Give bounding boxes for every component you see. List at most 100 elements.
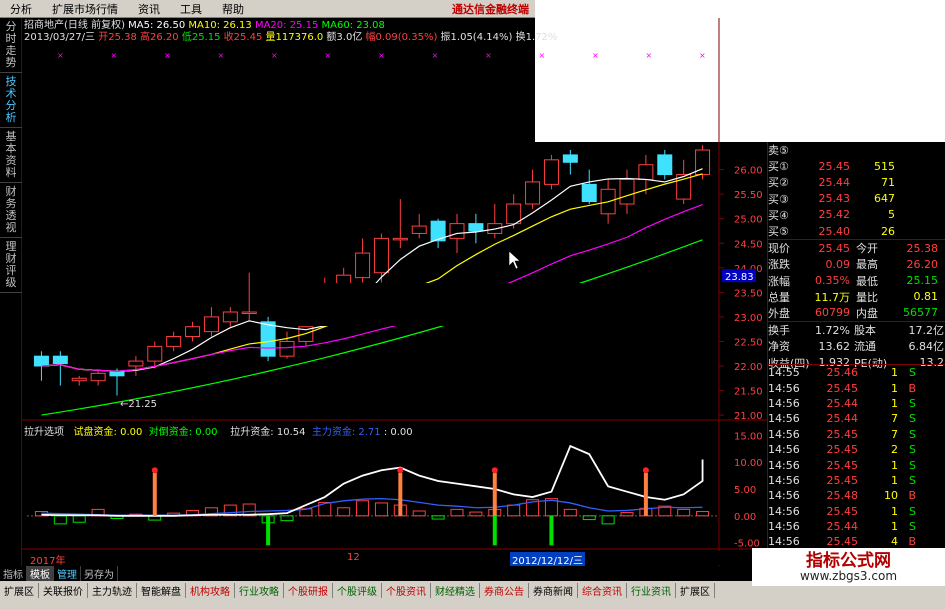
fin-label: 净资 — [768, 340, 790, 354]
order-price: 25.40 — [818, 224, 851, 238]
status-bar — [0, 599, 945, 609]
tick-row: 14:56 25.48 10 B — [768, 488, 945, 503]
left-tab-char: 料 — [5, 166, 17, 179]
candle-up — [185, 326, 201, 338]
tab-manage[interactable]: 管理 — [54, 566, 81, 581]
nav-link[interactable]: 扩展区 — [0, 582, 39, 598]
stat-label: 量比 — [856, 290, 878, 304]
y-tick-label: 25.50 — [734, 190, 763, 201]
left-tab-0[interactable]: 分时走势 — [0, 18, 22, 73]
nav-link[interactable]: 财经精选 — [431, 582, 480, 598]
tick-side: S — [909, 458, 916, 472]
candle-up — [638, 164, 654, 180]
nav-link[interactable]: 券商公告 — [480, 582, 529, 598]
order-label: 买③ — [768, 192, 789, 206]
tab-save-as[interactable]: 另存为 — [81, 566, 118, 581]
price-marker-label: 23.83 — [725, 272, 754, 283]
y-tick-label: 25.00 — [734, 215, 763, 226]
histogram-bar — [563, 508, 577, 517]
signal-marker: × — [111, 51, 118, 60]
quote-stat-row: 涨跌 0.09 最高 26.20 — [768, 256, 945, 272]
candle-up — [128, 360, 144, 367]
y-tick-label: 22.50 — [734, 337, 763, 348]
left-tab-2[interactable]: 基本资料 — [0, 128, 22, 183]
left-tab-char: 级 — [5, 276, 17, 289]
left-tab-3[interactable]: 财务透视 — [0, 183, 22, 238]
candle-down — [657, 154, 673, 176]
sub-y-tick-label: 10.00 — [734, 458, 763, 469]
candle-up — [147, 345, 163, 362]
tick-price: 25.45 — [826, 473, 859, 487]
histogram-bar — [356, 500, 370, 517]
nav-link[interactable]: 个股资讯 — [382, 582, 431, 598]
y-tick-label: 22.00 — [734, 362, 763, 373]
sub-title[interactable]: 拉升选项 — [24, 427, 64, 438]
tick-side: S — [909, 473, 916, 487]
order-book-row: 卖⑤ — [768, 142, 945, 158]
signal-marker: × — [592, 51, 599, 60]
order-label: 买⑤ — [768, 225, 789, 239]
kline-chart[interactable]: 26.0025.5025.0024.5024.0023.5023.0022.50… — [22, 0, 767, 566]
nav-link[interactable]: 券商新闻 — [529, 582, 578, 598]
tick-side: S — [909, 412, 916, 426]
tick-price: 25.44 — [826, 520, 859, 534]
watermark-url: www.zbgs3.com — [799, 568, 898, 583]
nav-link[interactable]: 机构攻略 — [186, 582, 235, 598]
bar-turnover: 换1.72% — [515, 32, 558, 43]
left-tab-4[interactable]: 理财评级 — [0, 238, 22, 293]
order-label: 买④ — [768, 208, 789, 222]
quote-stat-row: 外盘 60799 内盘 56577 — [768, 305, 945, 321]
nav-link[interactable]: 关联报价 — [39, 582, 88, 598]
fin-value: 17.2亿 — [908, 324, 945, 338]
tick-volume: 1 — [891, 366, 898, 380]
left-tab-1[interactable]: 技术分析 — [0, 73, 22, 128]
tick-volume: 4 — [891, 535, 898, 549]
tick-side: S — [909, 427, 916, 441]
candle-up — [411, 225, 427, 234]
fin-label: 股本 — [854, 324, 876, 338]
tick-time: 14:56 — [768, 535, 800, 549]
tab-indicator[interactable]: 指标 — [0, 566, 27, 581]
ma60-value: MA60: 23.08 — [321, 20, 385, 31]
ma20-value: MA20: 25.15 — [254, 20, 319, 31]
nav-link[interactable]: 综合资讯 — [578, 582, 627, 598]
tick-volume: 1 — [891, 396, 898, 410]
nav-link[interactable]: 行业资讯 — [627, 582, 676, 598]
tick-time: 14:55 — [768, 366, 800, 380]
order-volume: 515 — [874, 159, 895, 173]
nav-link[interactable]: 行业攻略 — [235, 582, 284, 598]
order-book-row: 买④ 25.42 5 — [768, 207, 945, 223]
signal-spike-down — [266, 515, 271, 546]
signal-marker: × — [218, 51, 225, 60]
tick-side: B — [908, 535, 916, 549]
nav-link[interactable]: 个股评级 — [333, 582, 382, 598]
histogram-bar — [582, 515, 596, 521]
histogram-bar — [450, 508, 464, 517]
tick-side: S — [909, 504, 916, 518]
nav-link[interactable]: 智能解盘 — [137, 582, 186, 598]
candle-up — [543, 159, 559, 185]
watermark: 指标公式网 www.zbgs3.com — [752, 548, 945, 586]
histogram-bar — [507, 504, 521, 517]
histogram-bar — [601, 515, 615, 525]
candle-down — [468, 223, 484, 232]
tick-volume: 1 — [891, 504, 898, 518]
stat-label: 最高 — [856, 258, 878, 272]
tick-time: 14:56 — [768, 473, 800, 487]
tab-template[interactable]: 模板 — [27, 566, 54, 581]
y-tick-label: 21.00 — [734, 411, 763, 422]
tick-side: B — [908, 489, 916, 503]
candle-up — [355, 252, 371, 279]
candle-down — [260, 321, 276, 357]
y-tick-label: 21.50 — [734, 387, 763, 398]
date-axis: 2017年 12 2012/12/12/三 — [22, 551, 767, 567]
nav-link[interactable]: 主力轨迹 — [88, 582, 137, 598]
signal-spike-up — [152, 472, 157, 516]
bar-volume: 量117376.0 — [265, 32, 324, 43]
occluding-box — [288, 283, 657, 326]
nav-link[interactable]: 个股研报 — [284, 582, 333, 598]
bar-open: 开25.38 — [98, 32, 137, 43]
stat-label: 外盘 — [768, 306, 790, 320]
candle-up — [71, 377, 87, 382]
nav-link[interactable]: 扩展区 — [676, 582, 715, 598]
